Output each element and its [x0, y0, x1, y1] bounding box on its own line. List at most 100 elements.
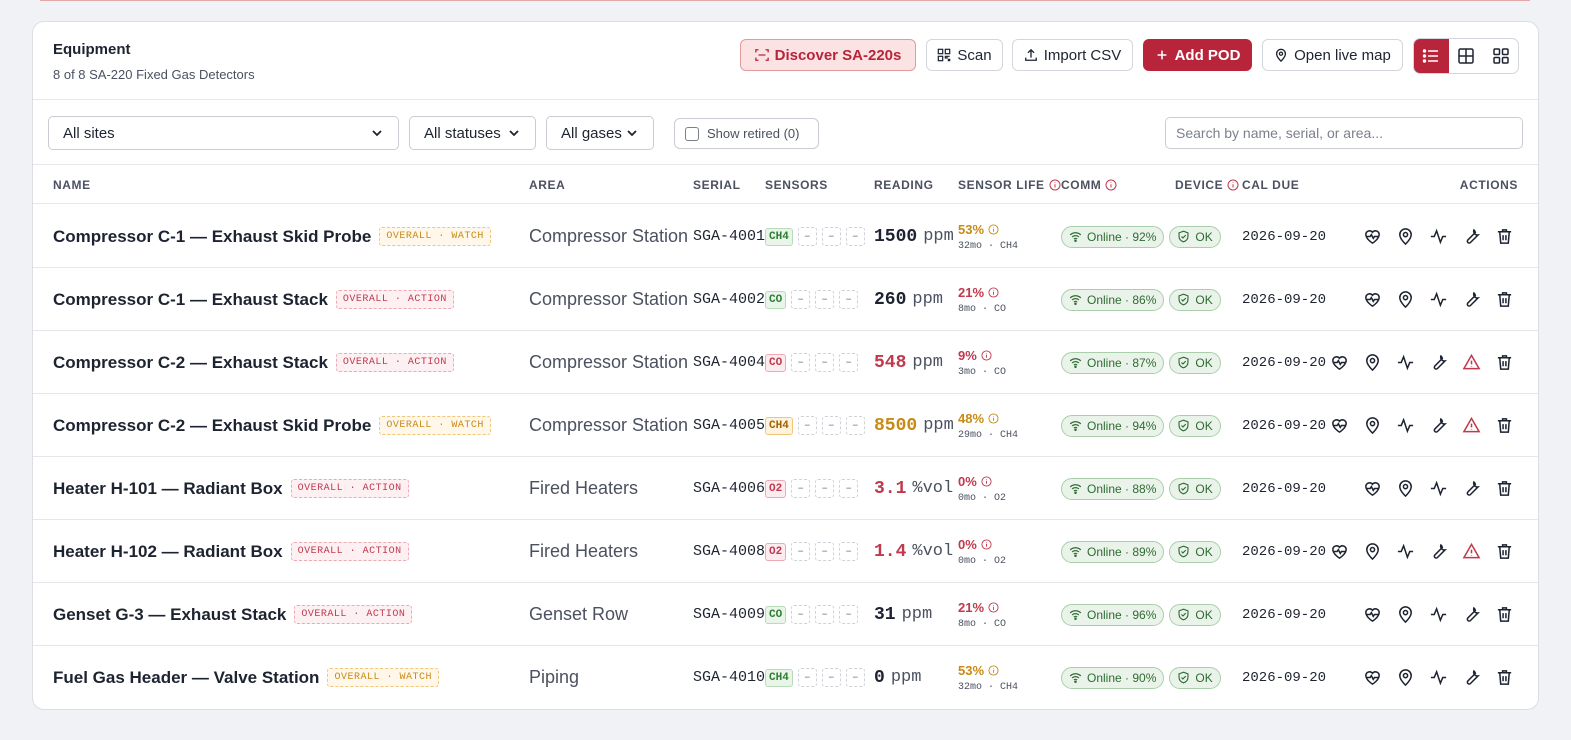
trend-button[interactable] — [1396, 353, 1415, 372]
tile-view-button[interactable] — [1483, 39, 1518, 73]
col-reading[interactable]: READING — [874, 178, 934, 192]
health-button[interactable] — [1330, 416, 1349, 435]
col-comm[interactable]: COMM — [1061, 178, 1117, 192]
add-pod-button[interactable]: Add POD — [1143, 39, 1252, 71]
table-row[interactable]: Compressor C-2 — Exhaust Stack OVERALL · … — [33, 331, 1538, 394]
locate-button[interactable] — [1363, 416, 1382, 435]
equipment-name[interactable]: Compressor C-2 — Exhaust Stack — [53, 353, 328, 373]
delete-button[interactable] — [1495, 605, 1514, 624]
info-icon[interactable] — [981, 349, 992, 361]
col-sensors[interactable]: SENSORS — [765, 178, 828, 192]
delete-button[interactable] — [1495, 227, 1514, 246]
trend-button[interactable] — [1429, 605, 1448, 624]
health-button[interactable] — [1363, 605, 1382, 624]
delete-button[interactable] — [1495, 416, 1514, 435]
health-button[interactable] — [1363, 668, 1382, 687]
table-row[interactable]: Compressor C-1 — Exhaust Stack OVERALL · … — [33, 268, 1538, 331]
table-row[interactable]: Compressor C-1 — Exhaust Skid Probe OVERA… — [33, 205, 1538, 268]
health-button[interactable] — [1363, 227, 1382, 246]
info-icon[interactable] — [988, 223, 999, 235]
maintenance-button[interactable] — [1462, 605, 1481, 624]
trend-button[interactable] — [1429, 479, 1448, 498]
col-name[interactable]: NAME — [53, 178, 91, 192]
equipment-name[interactable]: Compressor C-1 — Exhaust Stack — [53, 290, 328, 310]
maintenance-button[interactable] — [1429, 353, 1448, 372]
comm-device-cell: Online · 87% OK — [1061, 331, 1221, 394]
delete-button[interactable] — [1495, 290, 1514, 309]
maintenance-button[interactable] — [1462, 479, 1481, 498]
status-select[interactable]: All statuses — [409, 116, 536, 150]
discover-button[interactable]: Discover SA-220s — [740, 39, 916, 71]
alert-button[interactable] — [1462, 353, 1481, 372]
trend-button[interactable] — [1396, 416, 1415, 435]
open-live-map-button[interactable]: Open live map — [1262, 39, 1403, 71]
table-row[interactable]: Heater H-102 — Radiant Box OVERALL · ACTI… — [33, 520, 1538, 583]
info-icon[interactable] — [988, 664, 999, 676]
col-cal-due[interactable]: CAL DUE — [1242, 178, 1299, 192]
delete-button[interactable] — [1495, 542, 1514, 561]
delete-button[interactable] — [1495, 668, 1514, 687]
grid-view-button[interactable] — [1449, 39, 1484, 73]
equipment-name[interactable]: Genset G-3 — Exhaust Stack — [53, 605, 286, 625]
col-device[interactable]: DEVICE — [1175, 178, 1239, 192]
device-status-text: OK — [1195, 481, 1213, 496]
maintenance-button[interactable] — [1429, 542, 1448, 561]
alert-button[interactable] — [1462, 416, 1481, 435]
locate-button[interactable] — [1363, 353, 1382, 372]
site-select[interactable]: All sites — [48, 116, 399, 150]
list-view-button[interactable] — [1414, 39, 1449, 73]
trend-button[interactable] — [1396, 542, 1415, 561]
maintenance-button[interactable] — [1462, 290, 1481, 309]
reading-unit: ppm — [901, 605, 933, 624]
gas-select[interactable]: All gases — [546, 116, 654, 150]
info-icon[interactable] — [988, 286, 999, 298]
search-input[interactable] — [1165, 117, 1523, 149]
empty-sensor-slot: – — [791, 479, 811, 498]
status-badge: OVERALL · ACTION — [294, 605, 413, 624]
maintenance-button[interactable] — [1462, 668, 1481, 687]
table-row[interactable]: Genset G-3 — Exhaust Stack OVERALL · ACTI… — [33, 583, 1538, 646]
trend-button[interactable] — [1429, 668, 1448, 687]
col-sensor-life[interactable]: SENSOR LIFE — [958, 178, 1061, 192]
maintenance-button[interactable] — [1462, 227, 1481, 246]
info-icon[interactable] — [1049, 179, 1061, 191]
trend-button[interactable] — [1429, 290, 1448, 309]
table-row[interactable]: Compressor C-2 — Exhaust Skid Probe OVERA… — [33, 394, 1538, 457]
equipment-name[interactable]: Compressor C-2 — Exhaust Skid Probe — [53, 416, 371, 436]
info-icon[interactable] — [1105, 179, 1117, 191]
equipment-name[interactable]: Heater H-102 — Radiant Box — [53, 542, 283, 562]
import-csv-button[interactable]: Import CSV — [1012, 39, 1133, 71]
alert-triangle-icon — [1462, 416, 1481, 433]
health-button[interactable] — [1363, 479, 1382, 498]
equipment-name[interactable]: Compressor C-1 — Exhaust Skid Probe — [53, 227, 371, 247]
wifi-icon — [1069, 232, 1082, 242]
alert-button[interactable] — [1462, 542, 1481, 561]
col-area[interactable]: AREA — [529, 178, 565, 192]
health-button[interactable] — [1330, 542, 1349, 561]
locate-button[interactable] — [1396, 668, 1415, 687]
col-serial[interactable]: SERIAL — [693, 178, 741, 192]
trend-button[interactable] — [1429, 227, 1448, 246]
health-button[interactable] — [1363, 290, 1382, 309]
info-icon[interactable] — [988, 601, 999, 613]
locate-button[interactable] — [1396, 227, 1415, 246]
delete-button[interactable] — [1495, 353, 1514, 372]
maintenance-button[interactable] — [1429, 416, 1448, 435]
show-retired-toggle[interactable]: Show retired (0) — [674, 118, 819, 149]
table-row[interactable]: Heater H-101 — Radiant Box OVERALL · ACTI… — [33, 457, 1538, 520]
locate-button[interactable] — [1396, 290, 1415, 309]
show-retired-checkbox[interactable] — [685, 126, 699, 141]
info-icon[interactable] — [1227, 179, 1239, 191]
info-icon[interactable] — [988, 412, 999, 424]
scan-button[interactable]: Scan — [926, 39, 1003, 71]
locate-button[interactable] — [1396, 479, 1415, 498]
locate-button[interactable] — [1396, 605, 1415, 624]
info-icon[interactable] — [981, 538, 992, 550]
table-row[interactable]: Fuel Gas Header — Valve Station OVERALL ·… — [33, 646, 1538, 709]
equipment-name[interactable]: Heater H-101 — Radiant Box — [53, 479, 283, 499]
locate-button[interactable] — [1363, 542, 1382, 561]
delete-button[interactable] — [1495, 479, 1514, 498]
health-button[interactable] — [1330, 353, 1349, 372]
equipment-name[interactable]: Fuel Gas Header — Valve Station — [53, 668, 319, 688]
info-icon[interactable] — [981, 475, 992, 487]
